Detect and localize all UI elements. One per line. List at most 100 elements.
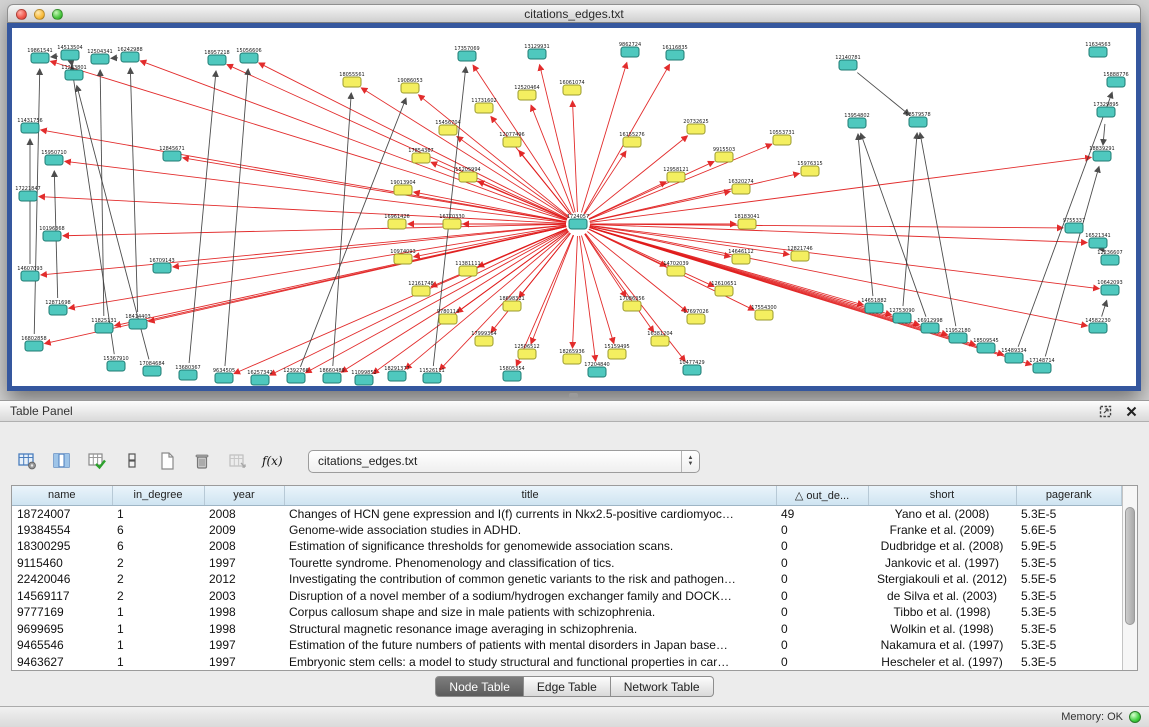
graph-node[interactable]: 12871698: [45, 300, 70, 315]
graph-node[interactable]: 19013904: [390, 180, 415, 195]
graph-node[interactable]: 16116835: [662, 45, 687, 60]
tab-node-table[interactable]: Node Table: [435, 676, 524, 697]
graph-node[interactable]: 17204840: [584, 362, 609, 377]
graph-node[interactable]: 17999364: [471, 331, 496, 346]
graph-node[interactable]: 18660489: [319, 368, 344, 383]
graph-node[interactable]: 15950710: [41, 150, 66, 165]
graph-node[interactable]: 17357069: [454, 46, 479, 61]
graph-node[interactable]: 11952180: [945, 328, 970, 343]
graph-node[interactable]: 15205994: [455, 167, 480, 182]
table-cell[interactable]: 9699695: [12, 621, 112, 638]
graph-node[interactable]: 15805354: [499, 366, 524, 381]
graph-node[interactable]: 11431756: [17, 118, 42, 133]
graph-node[interactable]: 15456704: [435, 120, 460, 135]
float-panel-icon[interactable]: [1097, 403, 1113, 419]
graph-node[interactable]: 18839291: [1089, 146, 1114, 161]
column-header[interactable]: in_degree: [112, 486, 204, 505]
graph-node[interactable]: 12140781: [835, 55, 860, 70]
delete-icon[interactable]: [189, 448, 215, 474]
table-cell[interactable]: 1997: [204, 637, 284, 654]
minimize-window-button[interactable]: [34, 9, 45, 20]
graph-node[interactable]: 16061074: [559, 80, 584, 95]
new-document-icon[interactable]: [154, 448, 180, 474]
graph-node[interactable]: 11825131: [91, 318, 116, 333]
graph-node[interactable]: 9862724: [619, 42, 641, 57]
table-cell[interactable]: 0: [776, 555, 868, 572]
table-cell[interactable]: 5.3E-5: [1016, 654, 1122, 671]
graph-node[interactable]: 17854367: [408, 148, 433, 163]
table-cell[interactable]: Wolkin et al. (1998): [868, 621, 1016, 638]
graph-node[interactable]: 12520464: [514, 85, 539, 100]
column-header[interactable]: pagerank: [1016, 486, 1122, 505]
graph-node[interactable]: 12958121: [663, 167, 688, 182]
graph-hub-node[interactable]: 1724057: [567, 214, 589, 229]
tab-network-table[interactable]: Network Table: [611, 676, 714, 697]
table-cell[interactable]: 2009: [204, 522, 284, 539]
graph-node[interactable]: 18579578: [905, 112, 930, 127]
graph-node[interactable]: 17697026: [683, 309, 708, 324]
graph-node[interactable]: 16521341: [1085, 233, 1110, 248]
table-cell[interactable]: Structural magnetic resonance image aver…: [284, 621, 776, 638]
graph-node[interactable]: 10642093: [1097, 280, 1122, 295]
table-cell[interactable]: 5.6E-5: [1016, 522, 1122, 539]
table-cell[interactable]: 2003: [204, 588, 284, 605]
table-row[interactable]: 1872400712008Changes of HCN gene express…: [12, 505, 1122, 522]
graph-node[interactable]: 12392766: [283, 368, 308, 383]
table-row[interactable]: 911546021997Tourette syndrome. Phenomeno…: [12, 555, 1122, 572]
table-cell[interactable]: Stergiakouli et al. (2012): [868, 571, 1016, 588]
table-cell[interactable]: 2012: [204, 571, 284, 588]
table-cell[interactable]: 49: [776, 505, 868, 522]
table-cell[interactable]: 5.5E-5: [1016, 571, 1122, 588]
table-cell[interactable]: Jankovic et al. (1997): [868, 555, 1016, 572]
table-cell[interactable]: Hescheler et al. (1997): [868, 654, 1016, 671]
column-header[interactable]: short: [868, 486, 1016, 505]
table-cell[interactable]: 22420046: [12, 571, 112, 588]
table-cell[interactable]: 2008: [204, 505, 284, 522]
table-cell[interactable]: 5.3E-5: [1016, 555, 1122, 572]
table-cell[interactable]: 5.9E-5: [1016, 538, 1122, 555]
table-cell[interactable]: 1997: [204, 654, 284, 671]
table-cell[interactable]: Genome-wide association studies in ADHD.: [284, 522, 776, 539]
table-cell[interactable]: Estimation of significance thresholds fo…: [284, 538, 776, 555]
table-row[interactable]: 946362711997Embryonic stem cells: a mode…: [12, 654, 1122, 671]
graph-node[interactable]: 15056606: [236, 48, 261, 63]
table-cell[interactable]: 9115460: [12, 555, 112, 572]
table-cell[interactable]: 0: [776, 604, 868, 621]
graph-node[interactable]: 11381111: [455, 261, 480, 276]
column-header[interactable]: name: [12, 486, 112, 505]
graph-node[interactable]: 11526111: [419, 368, 444, 383]
graph-node[interactable]: 12236607: [1097, 250, 1122, 265]
table-row[interactable]: 946554611997Estimation of the future num…: [12, 637, 1122, 654]
table-cell[interactable]: 0: [776, 538, 868, 555]
table-cell[interactable]: 1997: [204, 555, 284, 572]
table-cell[interactable]: 9465546: [12, 637, 112, 654]
graph-node[interactable]: 17086356: [619, 296, 644, 311]
table-cell[interactable]: 5.3E-5: [1016, 505, 1122, 522]
graph-node[interactable]: 14646112: [728, 249, 753, 264]
graph-node[interactable]: 18698321: [499, 296, 524, 311]
table-cell[interactable]: 1998: [204, 621, 284, 638]
graph-node[interactable]: 16802858: [21, 336, 46, 351]
graph-node[interactable]: 14651882: [861, 298, 886, 313]
graph-node[interactable]: 13954802: [844, 113, 869, 128]
table-cell[interactable]: Nakamura et al. (1997): [868, 637, 1016, 654]
graph-node[interactable]: 12504341: [87, 49, 112, 64]
graph-node[interactable]: 11283801: [61, 65, 86, 80]
graph-node[interactable]: 9915503: [713, 147, 735, 162]
close-panel-icon[interactable]: [1123, 403, 1139, 419]
graph-node[interactable]: 18291377: [384, 366, 409, 381]
graph-node[interactable]: 12753090: [889, 308, 914, 323]
graph-node[interactable]: 14607093: [17, 266, 42, 281]
close-window-button[interactable]: [16, 9, 27, 20]
graph-node[interactable]: 20732625: [683, 119, 708, 134]
graph-node[interactable]: 17084684: [139, 361, 164, 376]
scrollbar-thumb[interactable]: [1125, 507, 1135, 625]
graph-node[interactable]: 14582230: [1085, 318, 1110, 333]
zoom-window-button[interactable]: [52, 9, 63, 20]
graph-node[interactable]: 11731602: [471, 98, 496, 113]
table-cell[interactable]: Changes of HCN gene expression and I(f) …: [284, 505, 776, 522]
table-selector-combo[interactable]: citations_edges.txt ▲▼: [308, 450, 700, 473]
column-header[interactable]: title: [284, 486, 776, 505]
vertical-scrollbar[interactable]: [1122, 486, 1137, 670]
table-cell[interactable]: 2: [112, 571, 204, 588]
